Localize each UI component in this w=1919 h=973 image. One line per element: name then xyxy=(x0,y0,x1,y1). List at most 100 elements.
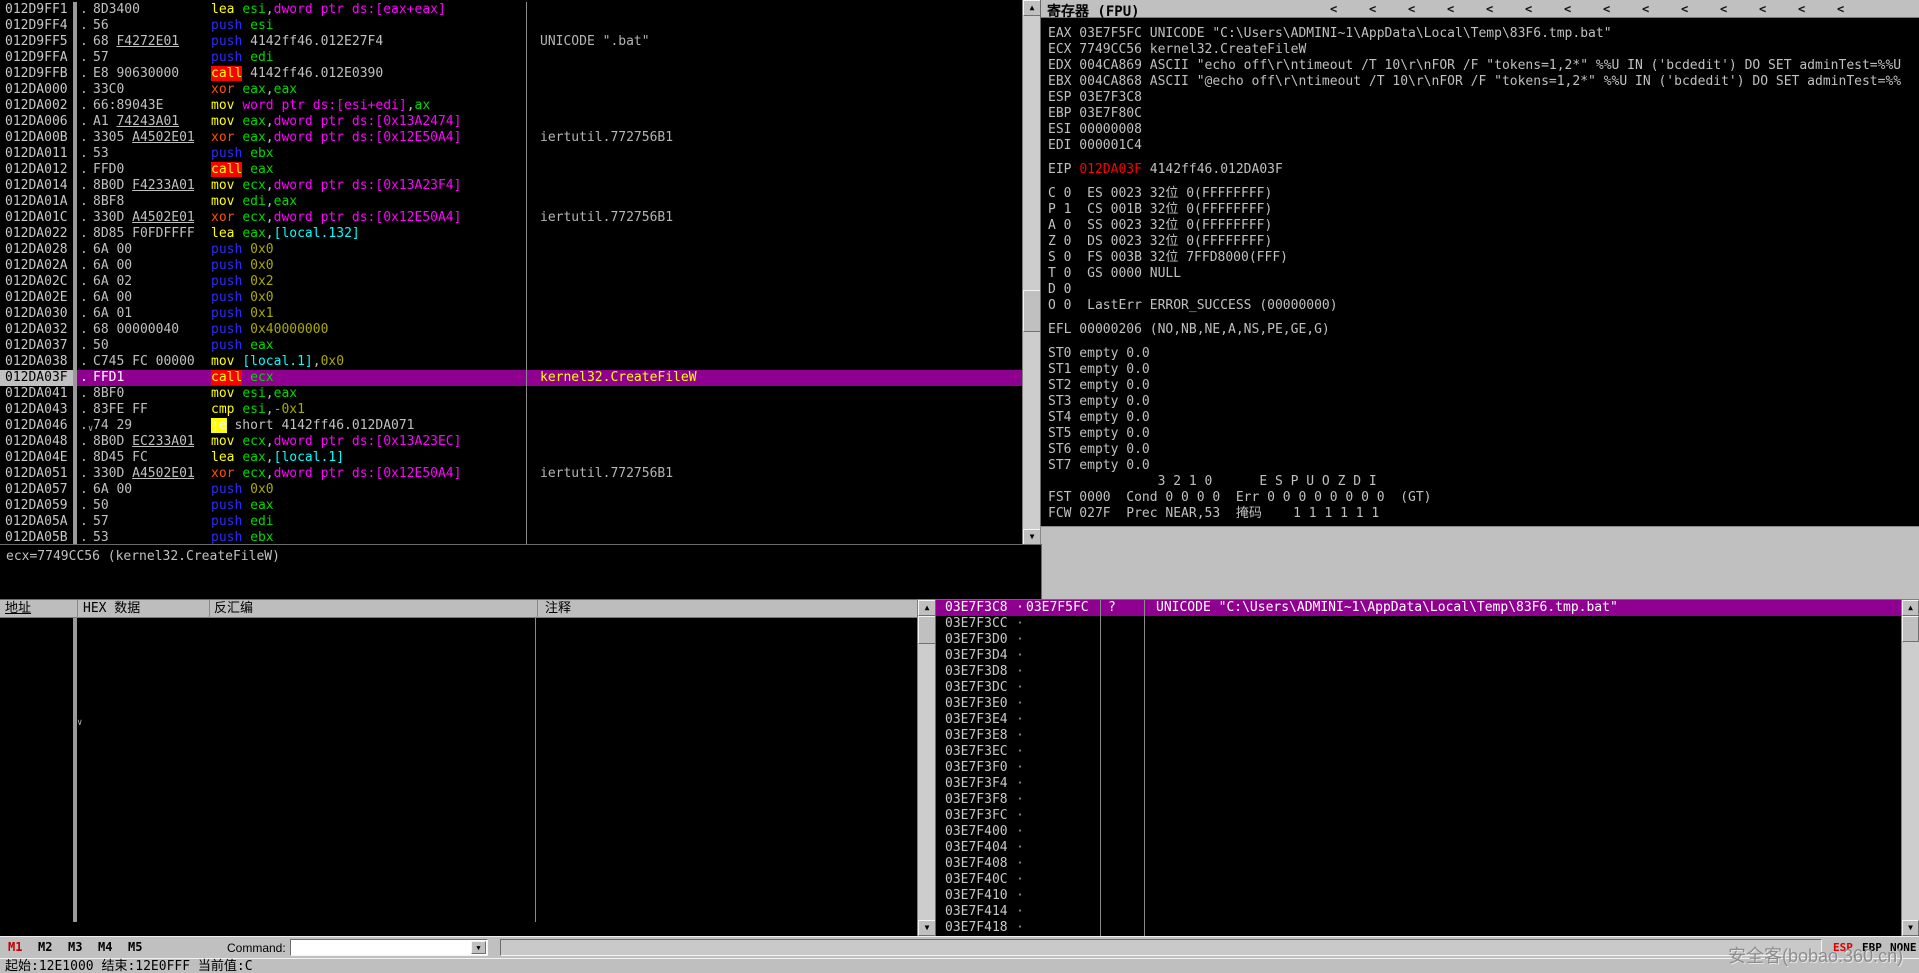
dump-row[interactable]: 012E10020000add byte ptr ds:[eax],al xyxy=(0,634,918,650)
disasm-row[interactable]: 012DA011.53push ebx xyxy=(0,146,1023,162)
stack-scroll-thumb[interactable] xyxy=(1902,616,1919,642)
stack-row[interactable]: 03E7F3FC·00730072r.s. xyxy=(936,808,1902,824)
register-line[interactable]: EIP 012DA03F 4142ff46.012DA03F xyxy=(1048,162,1919,178)
dump-row[interactable]: 012E10170000add byte ptr ds:[eax],al xyxy=(0,778,918,794)
chevron-left-icon[interactable]: < xyxy=(1681,2,1688,16)
dump-row[interactable]: 012E10000C 00or al,0x0 xyxy=(0,618,918,634)
stack-pane[interactable]: 03E7F3C8·03E7F5FC?UNICODE "C:\Users\ADMI… xyxy=(936,600,1902,936)
disasm-row[interactable]: 012DA059.50push eax xyxy=(0,498,1023,514)
stack-row[interactable]: 03E7F3F4·0055005C\.U. xyxy=(936,776,1902,792)
disasm-row[interactable]: 012DA038.C745 FC 00000000mov [local.1],0… xyxy=(0,354,1023,370)
scroll-up-icon[interactable]: ▲ xyxy=(1902,600,1919,616)
tab-m4[interactable]: M4 xyxy=(98,940,112,954)
stack-row[interactable]: 03E7F3F8·00650073s.e. xyxy=(936,792,1902,808)
chevron-left-icon[interactable]: < xyxy=(1798,2,1805,16)
dump-row[interactable]: 012E100BF7FAidiv edx xyxy=(0,682,918,698)
dump-row[interactable]: 012E101D0000add byte ptr ds:[eax],al xyxy=(0,826,918,842)
register-line[interactable]: 3 2 1 0 E S P U O Z D I xyxy=(1048,474,1919,490)
registers-body[interactable]: EAX 03E7F5FC UNICODE "C:\Users\ADMINI~1\… xyxy=(1041,18,1919,522)
disasm-row[interactable]: 012DA028.6A 00push 0x0 xyxy=(0,242,1023,258)
dump-header-address[interactable]: 地址 xyxy=(5,600,31,617)
register-line[interactable]: FCW 027F Prec NEAR,53 掩码 1 1 1 1 1 1 xyxy=(1048,506,1919,522)
dump-row[interactable]: 012E10130000add byte ptr ds:[eax],al xyxy=(0,746,918,762)
disasm-row[interactable]: 012DA05B.53push ebx xyxy=(0,530,1023,545)
disasm-row[interactable]: 012DA002.66:89043Emov word ptr ds:[esi+e… xyxy=(0,98,1023,114)
stack-row[interactable]: 03E7F40C·007E0049I.~. xyxy=(936,872,1902,888)
register-line[interactable]: EDI 000001C4 xyxy=(1048,138,1919,154)
register-line[interactable]: EFL 00000206 (NO,NB,NE,A,NS,PE,GE,G) xyxy=(1048,322,1919,338)
disasm-row[interactable]: 012DA04E.8D45 FClea eax,[local.1] xyxy=(0,450,1023,466)
disasm-row[interactable]: 012DA030.6A 01push 0x1 xyxy=(0,306,1023,322)
chevron-left-icon[interactable]: < xyxy=(1642,2,1649,16)
stack-row[interactable]: 03E7F408·004E0049I.N. xyxy=(936,856,1902,872)
dump-row[interactable]: 012E101B0012add byte ptr ds:[edx],dl xyxy=(0,810,918,826)
dump-row[interactable]: 012E100F∨73 00jnb short 4142ff46.012E101… xyxy=(0,714,918,730)
register-line[interactable]: S 0 FS 003B 32位 7FFD8000(FFF) xyxy=(1048,250,1919,266)
chevron-left-icon[interactable]: < xyxy=(1837,2,1844,16)
dump-header-hex[interactable]: HEX 数据 xyxy=(83,600,140,617)
stack-row[interactable]: 03E7F410·005C00311.\. xyxy=(936,888,1902,904)
dump-row[interactable]: 012E1028fedb fe xyxy=(0,874,918,890)
register-line[interactable]: EBX 004CA868 ASCII "@echo off\r\ntimeout… xyxy=(1048,74,1919,90)
chevron-left-icon[interactable]: < xyxy=(1720,2,1727,16)
register-line[interactable]: ST4 empty 0.0 xyxy=(1048,410,1919,426)
register-line[interactable]: P 1 CS 001B 32位 0(FFFFFFFF) xyxy=(1048,202,1919,218)
disasm-row[interactable]: 012DA043.83FE FFcmp esi,-0x1 xyxy=(0,402,1023,418)
register-line[interactable]: ST5 empty 0.0 xyxy=(1048,426,1919,442)
register-line[interactable]: ST2 empty 0.0 xyxy=(1048,378,1919,394)
dump-rows[interactable]: 012E10000C 00or al,0x0012E10020000add by… xyxy=(0,618,918,922)
stack-row[interactable]: 03E7F404·004D0044D.M. xyxy=(936,840,1902,856)
dump-row[interactable]: 012E10150000add byte ptr ds:[eax],al xyxy=(0,762,918,778)
register-line[interactable]: ST6 empty 0.0 xyxy=(1048,442,1919,458)
registers-pane[interactable]: 寄存器 (FPU) <<<<<<<<<<<<<< EAX 03E7F5FC UN… xyxy=(1041,0,1919,527)
tab-m3[interactable]: M3 xyxy=(68,940,82,954)
stack-row[interactable]: 03E7F3E4·00000000.... xyxy=(936,712,1902,728)
stack-row[interactable]: 03E7F3DC·00000000.... xyxy=(936,680,1902,696)
command-input[interactable]: ▼ xyxy=(290,939,488,956)
register-line[interactable]: T 0 GS 0000 NULL xyxy=(1048,266,1919,282)
dump-header-comment[interactable]: 注释 xyxy=(545,600,571,617)
disasm-row[interactable]: 012DA014.8B0D F4233A01mov ecx,dword ptr … xyxy=(0,178,1023,194)
dump-row[interactable]: 012E102929A1 17602973sub dword ptr ds:[e… xyxy=(0,890,918,906)
disasm-row[interactable]: 012DA022.8D85 F0FDFFFFlea eax,[local.132… xyxy=(0,226,1023,242)
disasm-row[interactable]: 012D9FF1.8D3400lea esi,dword ptr ds:[eax… xyxy=(0,2,1023,18)
disasm-row[interactable]: 012DA02C.6A 02push 0x2 xyxy=(0,274,1023,290)
chevron-left-icon[interactable]: < xyxy=(1447,2,1454,16)
chevron-left-icon[interactable]: < xyxy=(1408,2,1415,16)
disasm-row[interactable]: 012D9FF4.56push esi xyxy=(0,18,1023,34)
disasm-row[interactable]: 012DA032.68 00000040push 0x40000000 xyxy=(0,322,1023,338)
stack-row[interactable]: 03E7F3D0·00000001£... xyxy=(936,632,1902,648)
stack-row[interactable]: 03E7F3C8·03E7F5FC?UNICODE "C:\Users\ADMI… xyxy=(936,600,1902,616)
stack-row[interactable]: 03E7F3E0·00000000.... xyxy=(936,696,1902,712)
dump-scroll-thumb[interactable] xyxy=(918,616,936,644)
chevron-left-icon[interactable]: < xyxy=(1603,2,1610,16)
dump-row[interactable]: 012E10110000add byte ptr ds:[eax],al xyxy=(0,730,918,746)
dump-row[interactable]: 012E102F9Dpopfd xyxy=(0,906,918,922)
scroll-down-icon[interactable]: ▼ xyxy=(1902,920,1919,936)
stack-scrollbar[interactable]: ▲ ▼ xyxy=(1902,600,1919,936)
disasm-row[interactable]: 012DA048.8B0D EC233A01mov ecx,dword ptr … xyxy=(0,434,1023,450)
disasm-row[interactable]: 012DA037.50push eax xyxy=(0,338,1023,354)
disasm-row[interactable]: 012DA00B.3305 A4502E01xor eax,dword ptr … xyxy=(0,130,1023,146)
disasm-row[interactable]: 012DA01A.8BF8mov edi,eax xyxy=(0,194,1023,210)
disasm-row[interactable]: 012D9FFA.57push edi xyxy=(0,50,1023,66)
register-line[interactable]: ST1 empty 0.0 xyxy=(1048,362,1919,378)
dump-row[interactable]: 012E1004A2 007A2F73mov byte ptr ds:[0x73… xyxy=(0,650,918,666)
stack-row[interactable]: 03E7F3E8·004CA868h∠.ASCII "@echo off\r\n… xyxy=(936,728,1902,744)
register-line[interactable]: EDX 004CA869 ASCII "echo off\r\ntimeout … xyxy=(1048,58,1919,74)
disassembly-pane[interactable]: 012D9FF1.8D3400lea esi,dword ptr ds:[eax… xyxy=(0,0,1023,545)
disasm-row[interactable]: 012DA006.A1 74243A01mov eax,dword ptr ds… xyxy=(0,114,1023,130)
register-line[interactable]: FST 0000 Cond 0 0 0 0 Err 0 0 0 0 0 0 0 … xyxy=(1048,490,1919,506)
dump-row[interactable]: 012E1009DA0Ffimul dword ptr ds:[edi] xyxy=(0,666,918,682)
chevron-left-icon[interactable]: < xyxy=(1759,2,1766,16)
register-line[interactable]: ECX 7749CC56 kernel32.CreateFileW xyxy=(1048,42,1919,58)
tab-m2[interactable]: M2 xyxy=(38,940,52,954)
chevron-left-icon[interactable]: < xyxy=(1369,2,1376,16)
register-line[interactable]: Z 0 DS 0023 32位 0(FFFFFFFF) xyxy=(1048,234,1919,250)
register-line[interactable]: O 0 LastErr ERROR_SUCCESS (00000000) xyxy=(1048,298,1919,314)
dump-row[interactable]: 012E10190000add byte ptr ds:[eax],al xyxy=(0,794,918,810)
stack-row[interactable]: 03E7F418·00440070p.D. xyxy=(936,920,1902,936)
disasm-scroll-thumb[interactable] xyxy=(1023,290,1041,332)
stack-row[interactable]: 03E7F3CC·40000000...@ xyxy=(936,616,1902,632)
stack-row[interactable]: 03E7F3EC·00000000.... xyxy=(936,744,1902,760)
